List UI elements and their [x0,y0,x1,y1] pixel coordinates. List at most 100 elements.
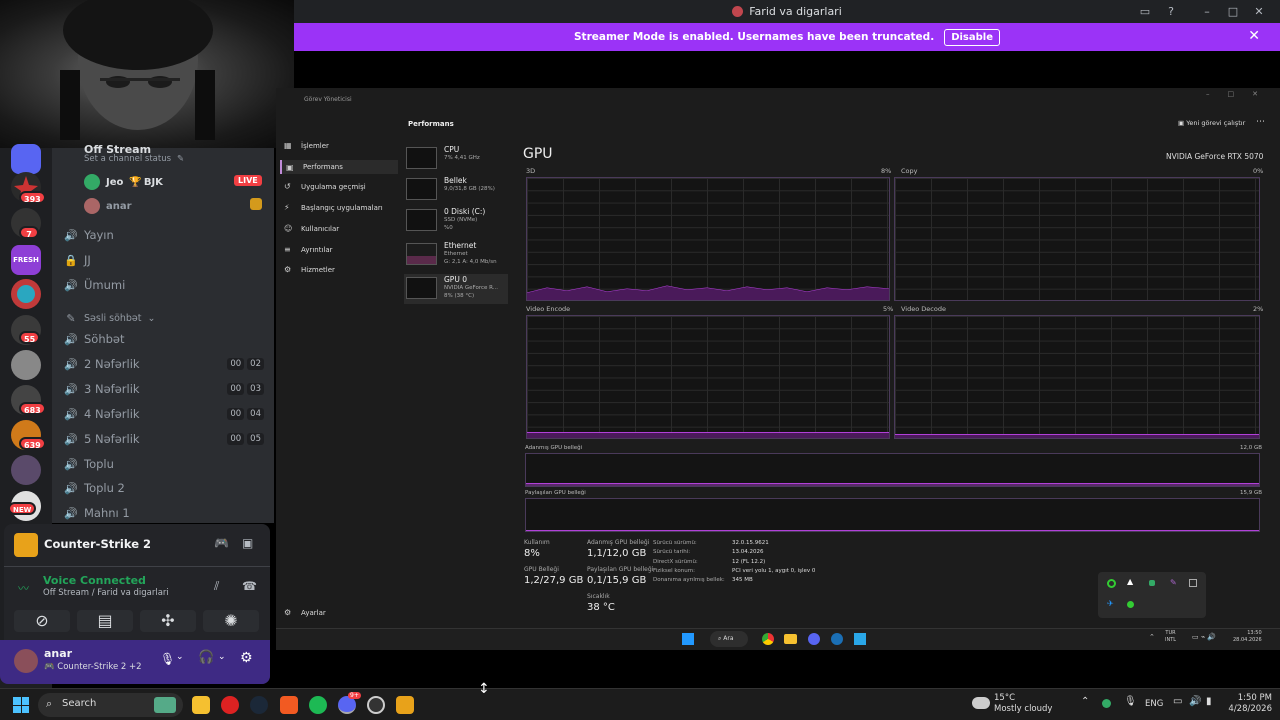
channel-yayin[interactable]: 🔊 Yayın [64,228,114,242]
language-indicator[interactable]: ENG [1145,699,1163,709]
nav-startup[interactable]: ⚡ Başlangıç uygulamaları [284,203,383,212]
tray-icon[interactable] [1149,580,1155,586]
volume-icon[interactable]: 🔊 [1189,696,1201,707]
taskmgr-icon[interactable] [854,633,866,645]
channel-2[interactable]: 🔊 2 Nəfərlik [64,357,139,371]
perf-item-gpu[interactable]: GPU 0 NVIDIA GeForce R... 8% (38 °C) [404,274,508,304]
member-anar[interactable]: anar [84,198,132,214]
search-box[interactable]: ⌕ Ara [710,631,748,647]
chevron-down-icon[interactable]: ⌄ [218,652,226,662]
headset-icon[interactable]: 🎧 [198,650,214,665]
maximize-button[interactable]: □ [1220,5,1246,18]
nav-details[interactable]: ≡ Ayrıntılar [284,245,333,254]
minimize-button[interactable]: – [1194,5,1220,18]
server-icon[interactable] [11,350,41,380]
weather-desc[interactable]: Mostly cloudy [994,704,1052,714]
tray-icon[interactable] [1189,579,1197,587]
clock-date[interactable]: 4/28/2026 [1222,704,1272,714]
search-box[interactable]: ⌕ Search [38,693,183,717]
category-voice[interactable]: ✎ Səsli söhbət ⌄ [64,312,155,325]
avatar[interactable] [14,649,38,673]
close-banner-icon[interactable]: ✕ [1248,28,1260,44]
mic-icon[interactable]: 🎙 [1124,696,1137,707]
more-icon[interactable]: ⋯ [1256,117,1265,127]
screen-share-icon[interactable]: ▣ [242,536,253,550]
nav-app-history[interactable]: ↺ Uygulama geçmişi [284,182,366,191]
server-icon[interactable] [11,455,41,485]
tray-icon[interactable] [1102,699,1111,708]
activities-button[interactable]: ✣ [140,610,196,632]
input-language[interactable]: TUR INTL [1165,630,1176,644]
perf-item-ethernet[interactable]: Ethernet Ethernet G: 2,1 A: 4,0 Mb/sn [404,240,508,270]
channel-toplu[interactable]: 🔊 Toplu [64,457,114,471]
network-icon[interactable]: ▭ [1173,696,1182,707]
weather-temp[interactable]: 15°C [994,693,1015,703]
channel-3[interactable]: 🔊 3 Nəfərlik [64,382,139,396]
obs-icon[interactable] [367,696,385,714]
discord-icon[interactable] [808,633,820,645]
nav-processes[interactable]: ▦ İşlemler [284,141,329,150]
start-button[interactable] [13,697,29,713]
start-icon[interactable] [682,633,694,645]
inbox-icon[interactable]: ▭ [1132,5,1158,18]
channel-5[interactable]: 🔊 5 Nəfərlik [64,432,139,446]
soundboard-button[interactable]: ✺ [203,610,259,632]
gear-icon[interactable]: ⚙ [240,650,253,666]
nav-settings[interactable]: ⚙ Ayarlar [284,608,326,617]
tray-icon[interactable] [1107,579,1116,588]
nav-performance[interactable]: ▣ Performans [280,160,398,174]
perf-item-cpu[interactable]: CPU 7% 4,41 GHz [404,144,508,174]
server-icon-fresh[interactable]: FRESH [11,245,41,275]
chevron-down-icon[interactable]: ⌄ [176,652,184,662]
camera-off-button[interactable]: ⊘ [14,610,70,632]
perf-item-disk[interactable]: 0 Diski (C:) SSD (NVMe) %0 [404,206,508,236]
chevron-up-icon[interactable]: ⌃ [1081,696,1089,707]
disable-button[interactable]: Disable [944,28,1000,46]
channel-sohbet[interactable]: 🔊 Söhbət [64,332,124,346]
memory-thumbnail [406,178,437,200]
clock-time[interactable]: 1:50 PM [1222,693,1272,703]
tray-icons[interactable]: ▭ ⌁ 🔊 [1192,633,1216,641]
battery-icon[interactable]: ▮ [1206,696,1212,707]
spotify-tray-icon[interactable] [1127,601,1134,608]
channel-status-link[interactable]: Set a channel status ✎ [84,154,184,164]
nav-services[interactable]: ⚙ Hizmetler [284,265,335,274]
spotify-icon[interactable] [309,696,327,714]
voice-channel[interactable]: Off Stream / Farid va digarlari [43,588,169,598]
channel-jj[interactable]: 🔒 JJ [64,253,91,267]
run-new-task-button[interactable]: ▣ Yeni görevi çalıştır [1178,119,1245,127]
member-jeo[interactable]: Jeo 🏆 BJK [84,174,163,190]
nav-users[interactable]: ☺ Kullanıcılar [284,224,339,233]
disconnect-icon[interactable]: ☎ [242,579,257,593]
noise-suppression-icon[interactable]: ⫽ [214,579,219,594]
channel-mahni-1[interactable]: 🔊 Mahnı 1 [64,506,130,520]
maximize-button[interactable]: □ [1228,90,1235,98]
file-explorer-icon[interactable] [192,696,210,714]
inner-clock[interactable]: 13:50 28.04.2026 [1233,630,1262,644]
minimize-button[interactable]: – [1206,90,1210,98]
details-values: 32.0.15.9621 13.04.2026 12 (FL 12.2) PCI… [732,540,816,584]
steam-icon[interactable] [250,696,268,714]
brave-icon[interactable] [280,696,298,714]
steam-icon[interactable] [831,633,843,645]
chrome-icon[interactable] [762,633,774,645]
steam-tray-icon[interactable]: ✈ [1107,599,1114,608]
share-screen-button[interactable]: ▤ [77,610,133,632]
close-window-button[interactable]: ✕ [1252,90,1258,98]
help-icon[interactable]: ? [1158,5,1184,18]
mic-icon[interactable]: 🎙 [160,652,175,666]
tray-icon[interactable]: ✎ [1170,578,1177,587]
close-window-button[interactable]: ✕ [1246,5,1272,18]
server-icon-round[interactable] [11,279,41,309]
gamepad-icon[interactable]: 🎮 [214,536,229,550]
pencil-icon: ✎ [177,154,185,164]
cs2-icon[interactable] [396,696,414,714]
channel-4[interactable]: 🔊 4 Nəfərlik [64,407,139,421]
channel-toplu-2[interactable]: 🔊 Toplu 2 [64,481,125,495]
chevron-up-icon[interactable]: ⌃ [1149,633,1155,641]
server-icon-top[interactable] [11,144,41,174]
youtube-icon[interactable] [221,696,239,714]
channel-umumi[interactable]: 🔊 Ümumi [64,278,125,292]
perf-item-memory[interactable]: Bellek 9,0/31,8 GB (28%) [404,175,508,205]
folder-icon[interactable] [784,634,797,644]
